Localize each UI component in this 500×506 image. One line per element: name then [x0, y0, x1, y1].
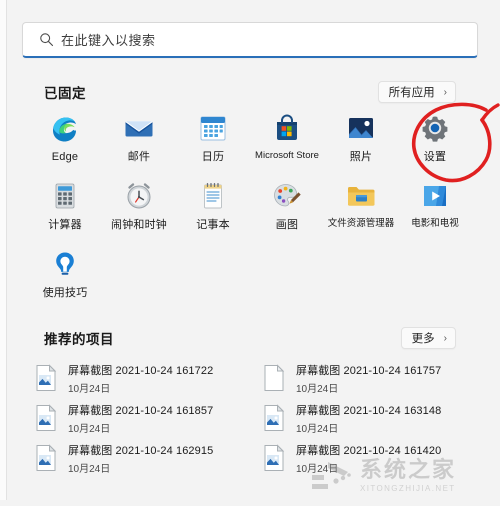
- recommended-item-text: 屏幕截图 2021-10-24 161722 10月24日: [68, 362, 213, 395]
- recommended-item-text: 屏幕截图 2021-10-24 161757 10月24日: [296, 362, 441, 395]
- blank-document-icon: [262, 364, 286, 392]
- microsoft-store-icon: [271, 112, 303, 144]
- image-file-icon: [34, 364, 58, 392]
- mail-icon: [123, 112, 155, 144]
- search-icon: [31, 32, 61, 47]
- app-label: Microsoft Store: [255, 150, 319, 161]
- recommended-items-grid: 屏幕截图 2021-10-24 161722 10月24日 屏幕截图 2021-…: [34, 358, 474, 478]
- image-file-icon: [34, 404, 58, 432]
- image-file-icon: [262, 444, 286, 472]
- search-box[interactable]: 在此键入以搜索: [22, 22, 478, 58]
- app-label: 邮件: [127, 151, 151, 163]
- all-apps-button[interactable]: 所有应用 ›: [377, 81, 456, 103]
- recommended-item-date: 10月24日: [68, 463, 111, 475]
- more-button[interactable]: 更多 ›: [400, 327, 456, 349]
- recommended-item[interactable]: 屏幕截图 2021-10-24 161857 10月24日: [34, 398, 262, 438]
- app-tile-edge[interactable]: Edge: [28, 108, 102, 176]
- app-tile-paint[interactable]: 画图: [250, 176, 324, 244]
- recommended-item-date: 10月24日: [296, 383, 339, 395]
- app-tile-notepad[interactable]: 记事本: [176, 176, 250, 244]
- image-file-icon: [262, 404, 286, 432]
- pinned-apps-grid: Edge 邮件 日历 Microsoft Store 照片 设置 计算器 闹钟和…: [28, 108, 472, 312]
- recommended-item[interactable]: 屏幕截图 2021-10-24 161722 10月24日: [34, 358, 262, 398]
- app-tile-photos[interactable]: 照片: [324, 108, 398, 176]
- recommended-item-text: 屏幕截图 2021-10-24 162915 10月24日: [68, 442, 213, 475]
- alarms-clock-icon: [123, 180, 155, 212]
- app-tile-file-explorer[interactable]: 文件资源管理器: [324, 176, 398, 244]
- chevron-right-icon: ›: [443, 86, 447, 98]
- all-apps-label: 所有应用: [388, 87, 435, 99]
- movies-tv-icon: [419, 180, 451, 212]
- app-tile-movies-tv[interactable]: 电影和电视: [398, 176, 472, 244]
- search-input[interactable]: 在此键入以搜索: [61, 30, 156, 49]
- app-tile-settings[interactable]: 设置: [398, 108, 472, 176]
- edge-icon: [49, 112, 81, 144]
- app-tile-microsoft-store[interactable]: Microsoft Store: [250, 108, 324, 176]
- recommended-item-date: 10月24日: [296, 423, 339, 435]
- app-tile-calculator[interactable]: 计算器: [28, 176, 102, 244]
- app-tile-mail[interactable]: 邮件: [102, 108, 176, 176]
- app-label: 记事本: [196, 219, 230, 231]
- app-label: 文件资源管理器: [327, 218, 395, 229]
- app-label: 使用技巧: [42, 287, 88, 299]
- recommended-item-text: 屏幕截图 2021-10-24 163148 10月24日: [296, 402, 441, 435]
- tips-lightbulb-icon: [49, 248, 81, 280]
- recommended-item-date: 10月24日: [68, 383, 111, 395]
- pinned-title: 已固定: [44, 86, 86, 101]
- image-file-icon: [34, 444, 58, 472]
- photos-icon: [345, 112, 377, 144]
- app-label: 设置: [423, 151, 447, 163]
- recommended-item[interactable]: 屏幕截图 2021-10-24 161420 10月24日: [262, 438, 490, 478]
- more-label: 更多: [411, 333, 435, 345]
- recommended-item-name: 屏幕截图 2021-10-24 161722: [68, 364, 214, 377]
- recommended-item[interactable]: 屏幕截图 2021-10-24 161757 10月24日: [262, 358, 490, 398]
- calculator-icon: [49, 180, 81, 212]
- notepad-icon: [197, 180, 229, 212]
- app-label: 电影和电视: [411, 218, 459, 229]
- app-label: 计算器: [48, 219, 82, 231]
- app-label: 闹钟和时钟: [111, 219, 167, 231]
- chevron-right-icon: ›: [443, 332, 447, 344]
- recommended-item-name: 屏幕截图 2021-10-24 162915: [68, 444, 214, 457]
- recommended-item-date: 10月24日: [296, 463, 339, 475]
- app-label: 照片: [349, 151, 373, 163]
- recommended-item-text: 屏幕截图 2021-10-24 161420 10月24日: [296, 442, 441, 475]
- app-tile-calendar[interactable]: 日历: [176, 108, 250, 176]
- panel-left-edge: [0, 0, 7, 506]
- search-container[interactable]: 在此键入以搜索: [22, 22, 478, 58]
- recommended-item-name: 屏幕截图 2021-10-24 161420: [296, 444, 442, 457]
- recommended-title: 推荐的项目: [44, 332, 114, 347]
- pinned-header: 已固定 所有应用 ›: [44, 80, 456, 104]
- app-label: 画图: [275, 219, 299, 231]
- app-label: Edge: [51, 151, 79, 163]
- watermark-en: XITONGZHIJIA.NET: [360, 484, 456, 493]
- recommended-item[interactable]: 屏幕截图 2021-10-24 162915 10月24日: [34, 438, 262, 478]
- panel-bottom-edge: [0, 500, 500, 506]
- recommended-item[interactable]: 屏幕截图 2021-10-24 163148 10月24日: [262, 398, 490, 438]
- recommended-item-name: 屏幕截图 2021-10-24 161857: [68, 404, 214, 417]
- app-label: 日历: [201, 151, 225, 163]
- settings-gear-icon: [419, 112, 451, 144]
- recommended-item-name: 屏幕截图 2021-10-24 163148: [296, 404, 442, 417]
- app-tile-tips[interactable]: 使用技巧: [28, 244, 102, 312]
- file-explorer-icon: [345, 180, 377, 212]
- start-menu-panel: 在此键入以搜索 已固定 所有应用 › Edge 邮件 日历 Microsoft …: [0, 0, 500, 506]
- app-tile-alarms-clock[interactable]: 闹钟和时钟: [102, 176, 176, 244]
- recommended-item-name: 屏幕截图 2021-10-24 161757: [296, 364, 442, 377]
- recommended-header: 推荐的项目 更多 ›: [44, 326, 456, 350]
- calendar-icon: [197, 112, 229, 144]
- recommended-item-text: 屏幕截图 2021-10-24 161857 10月24日: [68, 402, 213, 435]
- recommended-item-date: 10月24日: [68, 423, 111, 435]
- paint-icon: [271, 180, 303, 212]
